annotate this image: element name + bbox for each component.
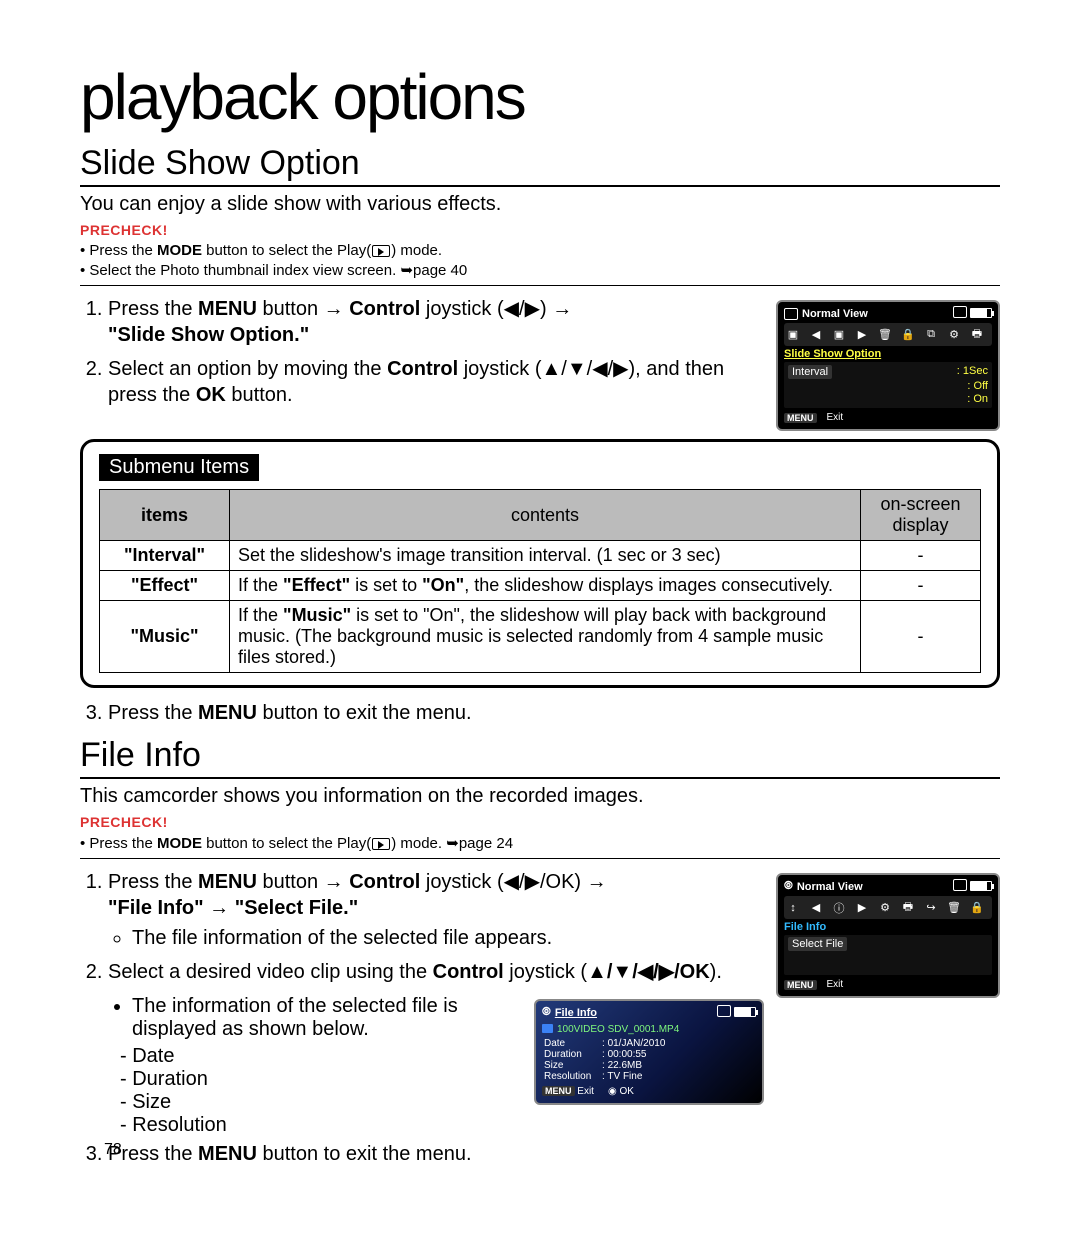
t: MODE — [157, 835, 202, 852]
thumb-icon — [784, 308, 798, 320]
osd-item: Interval — [788, 365, 832, 379]
t: ▲/▼/◀/▶/OK — [587, 961, 710, 983]
t: Control — [349, 871, 420, 893]
osd-heading: File Info — [784, 921, 992, 933]
file-heading: File Info — [80, 736, 1000, 779]
t: Exit — [577, 1086, 594, 1097]
t: MENU — [198, 298, 257, 320]
t: joystick ( — [504, 961, 587, 983]
file-intro: This camcorder shows you information on … — [80, 785, 1000, 808]
submenu-box: Submenu Items items contents on-screen d… — [80, 439, 1000, 688]
play-icon — [372, 838, 390, 850]
th: contents — [230, 490, 861, 541]
card-icon — [953, 306, 967, 318]
osd-select: Select File — [788, 937, 847, 951]
t: Select a desired video clip using the — [108, 961, 433, 983]
menu-btn-icon: MENU — [784, 980, 817, 990]
precheck-label-2: PRECHECK! — [80, 814, 1000, 830]
play-icon — [372, 245, 390, 257]
file-info-table: Date01/JAN/2010 Duration00:00:55 Size22.… — [542, 1038, 667, 1082]
osd-title: File Info — [555, 1007, 597, 1019]
t: button to select the Play( — [202, 242, 371, 259]
osd-exit: Exit — [827, 412, 844, 423]
page-ref: ➥page 40 — [400, 262, 467, 279]
slide-step3: Press the MENU button to exit the menu. — [80, 700, 1000, 726]
t: button. — [226, 384, 293, 406]
t: ). — [710, 961, 722, 983]
th: on-screen display — [861, 490, 981, 541]
page-title: playback options — [80, 60, 1000, 134]
battery-icon — [734, 1007, 756, 1017]
menu-btn-icon: MENU — [784, 413, 817, 423]
osd-exit: Exit — [827, 979, 844, 990]
battery-icon — [970, 308, 992, 318]
t: Control — [387, 358, 458, 380]
osd-val: 1Sec — [963, 365, 988, 377]
list-item: Resolution — [120, 1114, 1000, 1137]
th: items — [100, 490, 230, 541]
t: MENU — [198, 1143, 257, 1165]
osd-mode: Normal View — [797, 881, 863, 893]
t: MENU — [198, 702, 257, 724]
t: joystick (◀/▶/OK) → — [420, 871, 606, 893]
t: button → — [257, 298, 349, 320]
t: Press the — [89, 835, 157, 852]
table-row: "Interval" Set the slideshow's image tra… — [100, 541, 981, 571]
t: Press the — [108, 702, 198, 724]
t: Press the — [89, 242, 157, 259]
t: OK — [619, 1086, 633, 1097]
t: Press the — [108, 298, 198, 320]
file-path: 100VIDEO SDV_0001.MP4 — [542, 1024, 756, 1035]
t: Select the Photo thumbnail index view sc… — [89, 262, 400, 279]
slide-intro: You can enjoy a slide show with various … — [80, 193, 1000, 216]
ok-icon: ◉ — [608, 1086, 617, 1097]
osd-slide-figure: Normal View ▣◀▣▶🗑🔒⧉⚙🖶 Slide Show Option … — [776, 300, 1000, 431]
osd-heading: Slide Show Option — [784, 348, 992, 360]
t: button to exit the menu. — [257, 1143, 472, 1165]
card-icon — [717, 1005, 731, 1017]
t: button → — [257, 871, 349, 893]
t: ) mode. — [391, 242, 442, 259]
table-row: "Music" If the "Music" is set to "On", t… — [100, 601, 981, 673]
t: OK — [196, 384, 226, 406]
page-number: 78 — [104, 1141, 122, 1159]
t: MENU — [198, 871, 257, 893]
submenu-table: items contents on-screen display "Interv… — [99, 489, 981, 673]
osd-mode: Normal View — [802, 308, 868, 320]
table-row: "Effect" If the "Effect" is set to "On",… — [100, 571, 981, 601]
t: Control — [433, 961, 504, 983]
slide-heading: Slide Show Option — [80, 144, 1000, 187]
osd-fileinfo-figure: ⦾File Info 100VIDEO SDV_0001.MP4 Date01/… — [534, 999, 764, 1105]
osd-icon-row: ▣◀▣▶🗑🔒⧉⚙🖶 — [784, 323, 992, 346]
card-icon — [953, 879, 967, 891]
osd-file-figure: ⦾Normal View ↕◀ⓘ▶⚙🖶↪🗑🔒 File Info Select … — [776, 873, 1000, 998]
osd-icon-row: ↕◀ⓘ▶⚙🖶↪🗑🔒 — [784, 896, 992, 919]
precheck-list-2: • Press the MODE button to select the Pl… — [80, 834, 1000, 859]
t: Control — [349, 298, 420, 320]
osd-val: On — [973, 393, 988, 405]
t: button to select the Play( — [202, 835, 371, 852]
t: Select an option by moving the — [108, 358, 387, 380]
page-ref: ➥page 24 — [446, 835, 513, 852]
t: Press the — [108, 871, 198, 893]
t: "File Info" → "Select File." — [108, 897, 358, 919]
t: button to exit the menu. — [257, 702, 472, 724]
t: ) mode. — [391, 835, 446, 852]
osd-val: Off — [974, 380, 988, 392]
t: joystick (◀/▶) → — [420, 298, 572, 320]
folder-icon — [542, 1024, 553, 1033]
t: "Slide Show Option." — [108, 324, 309, 346]
precheck-list-1: • Press the MODE button to select the Pl… — [80, 242, 1000, 286]
precheck-label-1: PRECHECK! — [80, 222, 1000, 238]
submenu-label: Submenu Items — [99, 454, 259, 481]
menu-btn-icon: MENU — [542, 1086, 575, 1096]
battery-icon — [970, 881, 992, 891]
t: MODE — [157, 242, 202, 259]
file-step3: Press the MENU button to exit the menu. — [80, 1141, 1000, 1167]
